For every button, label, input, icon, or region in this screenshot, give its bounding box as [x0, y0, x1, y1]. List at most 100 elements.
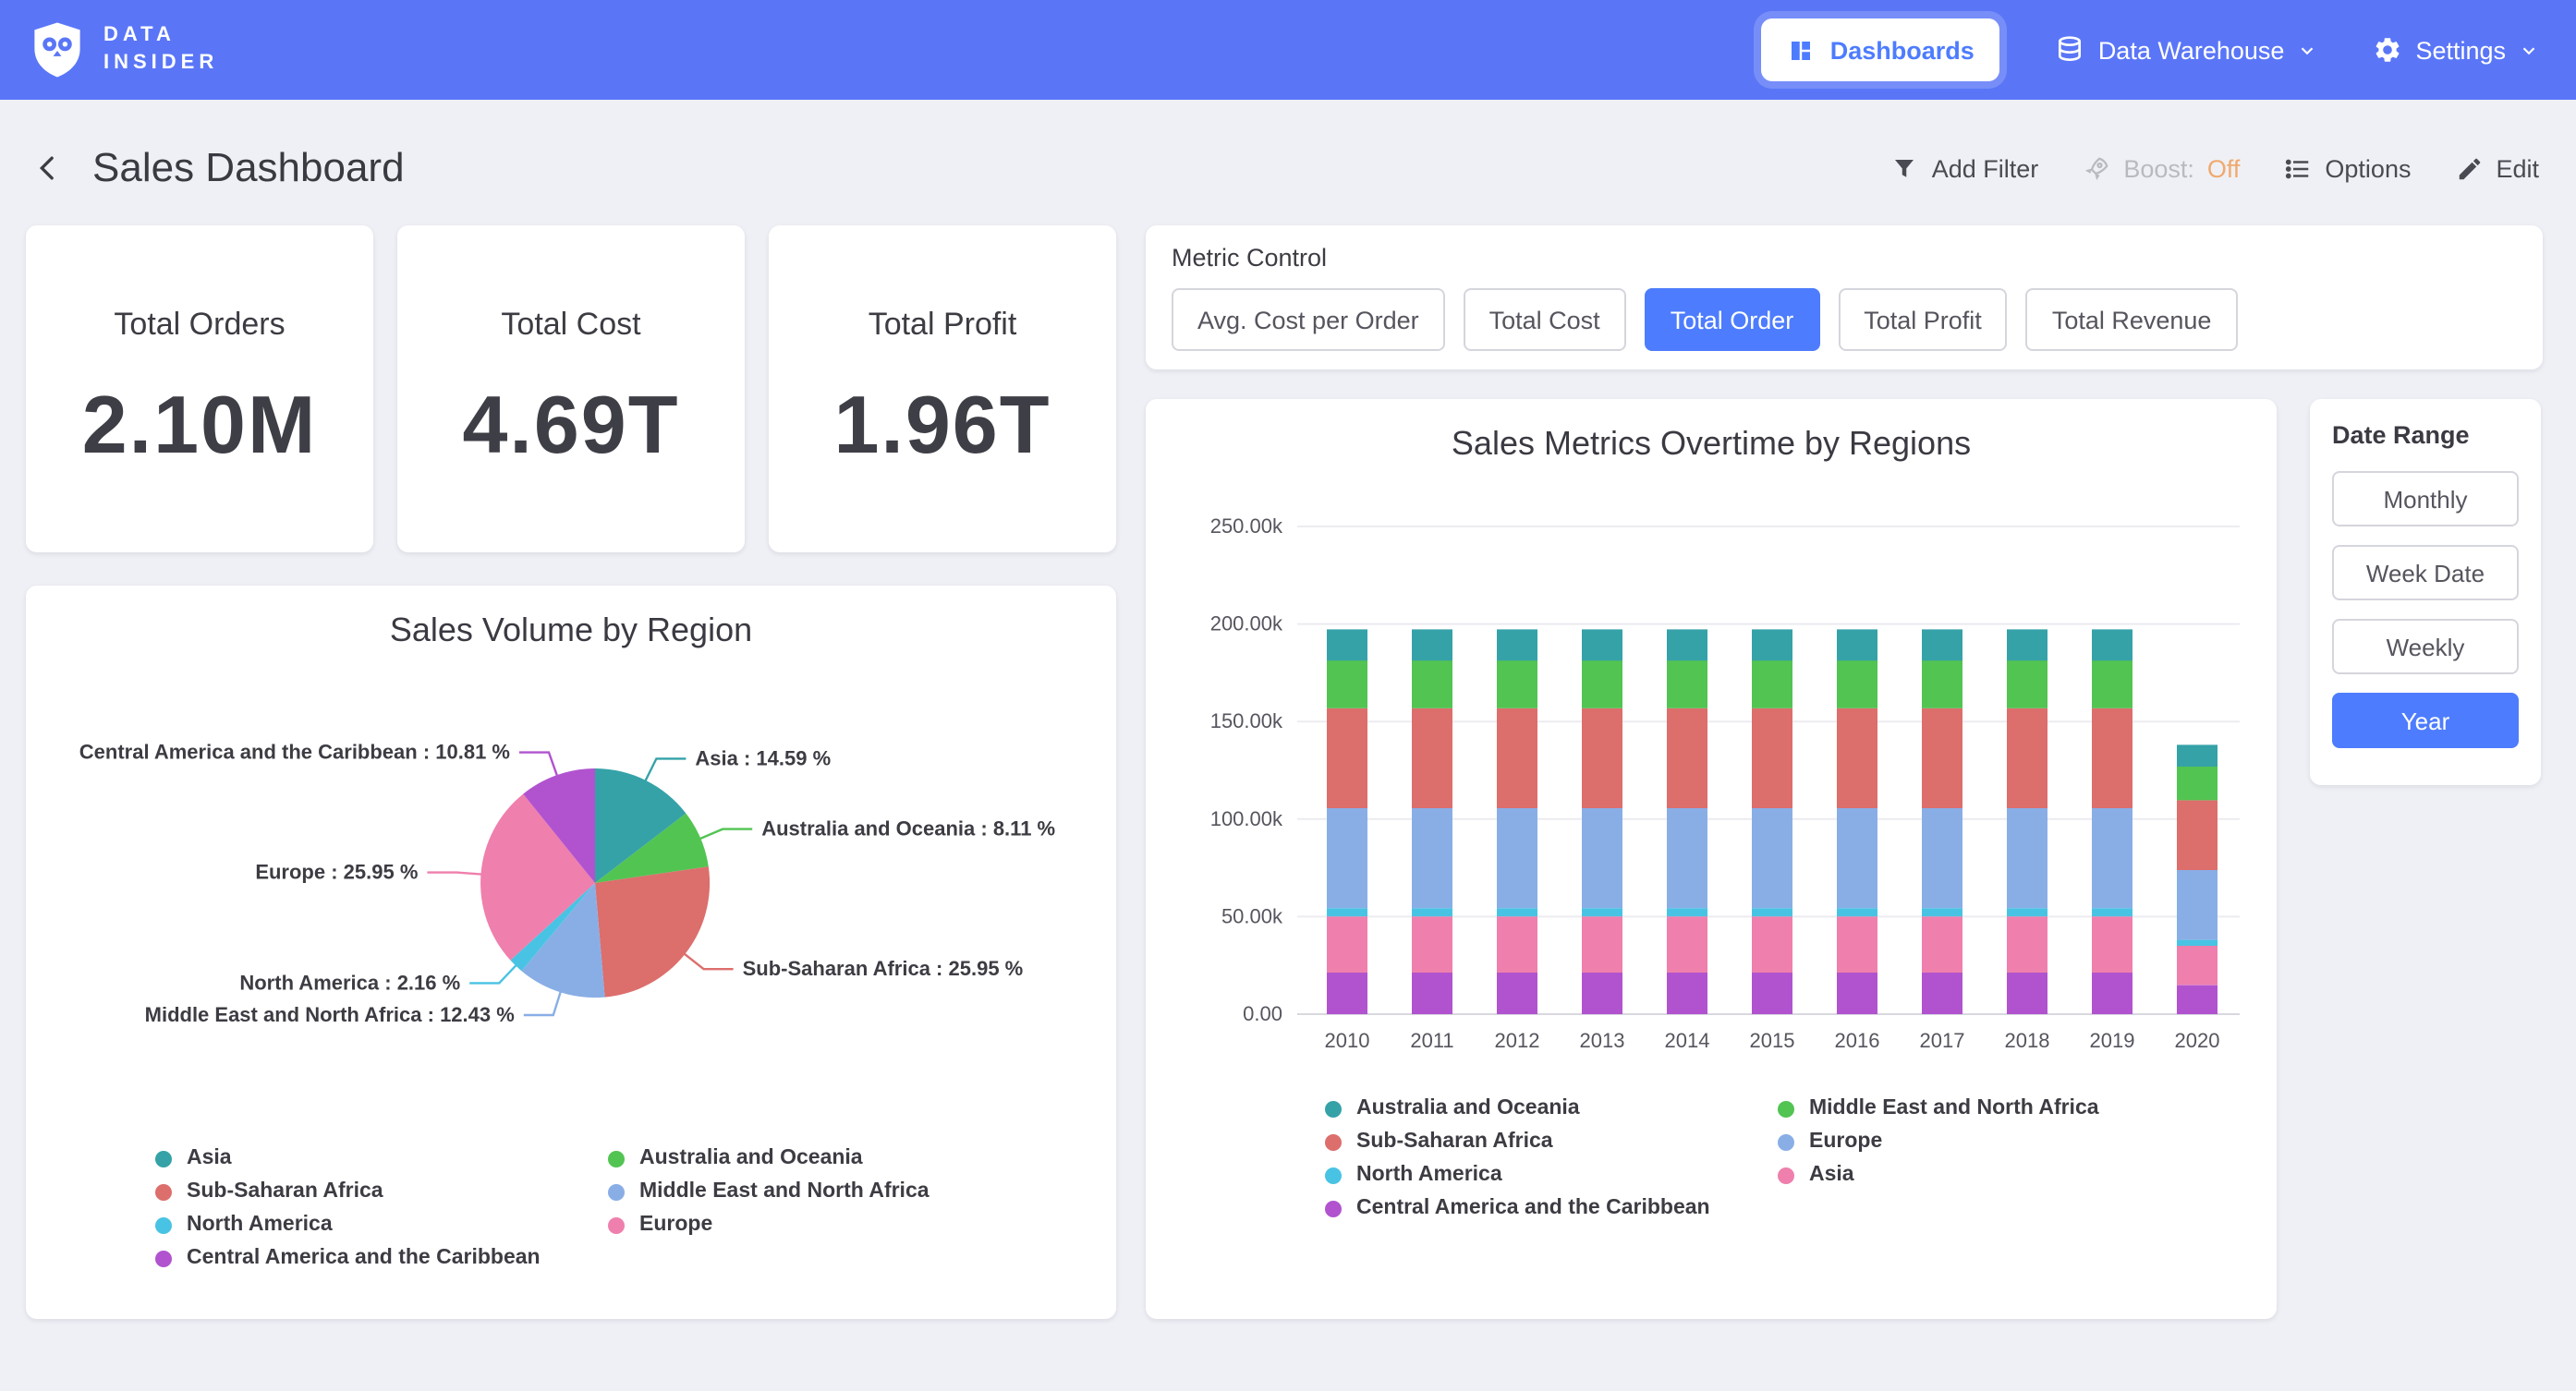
bar-segment-2013-europe[interactable]	[1582, 808, 1622, 908]
edit-button[interactable]: Edit	[2455, 154, 2539, 182]
metric-button-total-profit[interactable]: Total Profit	[1838, 288, 2008, 351]
bar-segment-2015-australia-and-oceania[interactable]	[1752, 629, 1792, 660]
bar-segment-2014-asia[interactable]	[1667, 916, 1707, 973]
legend-item-asia[interactable]: Asia	[1778, 1164, 2203, 1186]
date-range-button-year[interactable]: Year	[2332, 693, 2519, 748]
pie-slice-sub-saharan-africa[interactable]	[595, 866, 710, 997]
bar-segment-2018-central-america-and-the-caribbean[interactable]	[2007, 973, 2047, 1014]
bar-segment-2014-europe[interactable]	[1667, 808, 1707, 908]
nav-dashboards[interactable]: Dashboards	[1762, 18, 2000, 81]
bar-segment-2013-north-america[interactable]	[1582, 908, 1622, 916]
legend-item-sub-saharan-africa[interactable]: Sub-Saharan Africa	[155, 1180, 608, 1203]
bar-segment-2017-north-america[interactable]	[1922, 908, 1962, 916]
bar-segment-2011-north-america[interactable]	[1412, 908, 1452, 916]
bar-segment-2019-sub-saharan-africa[interactable]	[2092, 708, 2132, 808]
nav-settings[interactable]: Settings	[2373, 35, 2539, 65]
legend-item-europe[interactable]: Europe	[1778, 1131, 2203, 1153]
bar-segment-2013-sub-saharan-africa[interactable]	[1582, 708, 1622, 808]
bar-segment-2020-australia-and-oceania[interactable]	[2177, 744, 2218, 767]
bar-segment-2010-sub-saharan-africa[interactable]	[1327, 708, 1367, 808]
bar-segment-2014-sub-saharan-africa[interactable]	[1667, 708, 1707, 808]
bar-segment-2020-middle-east-and-north-africa[interactable]	[2177, 767, 2218, 800]
bar-segment-2018-north-america[interactable]	[2007, 908, 2047, 916]
bar-segment-2018-asia[interactable]	[2007, 916, 2047, 973]
bar-segment-2017-europe[interactable]	[1922, 808, 1962, 908]
bar-segment-2010-asia[interactable]	[1327, 916, 1367, 973]
bar-segment-2017-middle-east-and-north-africa[interactable]	[1922, 660, 1962, 708]
bar-segment-2011-central-america-and-the-caribbean[interactable]	[1412, 973, 1452, 1014]
bar-segment-2012-asia[interactable]	[1497, 916, 1537, 973]
bar-segment-2012-australia-and-oceania[interactable]	[1497, 629, 1537, 660]
bar-segment-2011-middle-east-and-north-africa[interactable]	[1412, 660, 1452, 708]
legend-item-north-america[interactable]: North America	[155, 1214, 608, 1236]
bar-segment-2020-sub-saharan-africa[interactable]	[2177, 800, 2218, 870]
legend-item-central-america-and-the-caribbean[interactable]: Central America and the Caribbean	[1325, 1197, 1778, 1219]
bar-segment-2019-north-america[interactable]	[2092, 908, 2132, 916]
legend-item-australia-and-oceania[interactable]: Australia and Oceania	[1325, 1097, 1778, 1119]
bar-segment-2018-middle-east-and-north-africa[interactable]	[2007, 660, 2047, 708]
bar-segment-2014-australia-and-oceania[interactable]	[1667, 629, 1707, 660]
add-filter-button[interactable]: Add Filter	[1891, 154, 2039, 182]
bar-segment-2013-asia[interactable]	[1582, 916, 1622, 973]
legend-item-australia-and-oceania[interactable]: Australia and Oceania	[608, 1147, 1033, 1169]
bar-segment-2012-north-america[interactable]	[1497, 908, 1537, 916]
bar-segment-2019-middle-east-and-north-africa[interactable]	[2092, 660, 2132, 708]
date-range-button-week-date[interactable]: Week Date	[2332, 545, 2519, 600]
metric-button-total-cost[interactable]: Total Cost	[1464, 288, 1626, 351]
date-range-button-weekly[interactable]: Weekly	[2332, 619, 2519, 674]
bar-segment-2010-north-america[interactable]	[1327, 908, 1367, 916]
legend-item-middle-east-and-north-africa[interactable]: Middle East and North Africa	[1778, 1097, 2203, 1119]
legend-item-middle-east-and-north-africa[interactable]: Middle East and North Africa	[608, 1180, 1033, 1203]
bar-segment-2019-central-america-and-the-caribbean[interactable]	[2092, 973, 2132, 1014]
bar-segment-2014-middle-east-and-north-africa[interactable]	[1667, 660, 1707, 708]
bar-segment-2013-middle-east-and-north-africa[interactable]	[1582, 660, 1622, 708]
bar-segment-2013-central-america-and-the-caribbean[interactable]	[1582, 973, 1622, 1014]
bar-segment-2017-asia[interactable]	[1922, 916, 1962, 973]
bar-segment-2016-asia[interactable]	[1837, 916, 1877, 973]
bar-segment-2010-central-america-and-the-caribbean[interactable]	[1327, 973, 1367, 1014]
bar-segment-2020-europe[interactable]	[2177, 870, 2218, 940]
bar-segment-2017-sub-saharan-africa[interactable]	[1922, 708, 1962, 808]
bar-segment-2020-asia[interactable]	[2177, 946, 2218, 986]
bar-segment-2016-central-america-and-the-caribbean[interactable]	[1837, 973, 1877, 1014]
bar-segment-2015-central-america-and-the-caribbean[interactable]	[1752, 973, 1792, 1014]
bar-segment-2012-sub-saharan-africa[interactable]	[1497, 708, 1537, 808]
metric-button-avg-cost-per-order[interactable]: Avg. Cost per Order	[1172, 288, 1445, 351]
bar-segment-2017-australia-and-oceania[interactable]	[1922, 629, 1962, 660]
bar-segment-2012-middle-east-and-north-africa[interactable]	[1497, 660, 1537, 708]
metric-button-total-revenue[interactable]: Total Revenue	[2026, 288, 2238, 351]
bar-segment-2016-sub-saharan-africa[interactable]	[1837, 708, 1877, 808]
bar-segment-2014-central-america-and-the-caribbean[interactable]	[1667, 973, 1707, 1014]
bar-segment-2015-europe[interactable]	[1752, 808, 1792, 908]
bar-segment-2019-australia-and-oceania[interactable]	[2092, 629, 2132, 660]
bar-segment-2015-middle-east-and-north-africa[interactable]	[1752, 660, 1792, 708]
bar-segment-2012-europe[interactable]	[1497, 808, 1537, 908]
boost-toggle[interactable]: Boost: Off	[2083, 154, 2240, 182]
bar-segment-2016-middle-east-and-north-africa[interactable]	[1837, 660, 1877, 708]
date-range-button-monthly[interactable]: Monthly	[2332, 471, 2519, 526]
bar-segment-2012-central-america-and-the-caribbean[interactable]	[1497, 973, 1537, 1014]
bar-segment-2013-australia-and-oceania[interactable]	[1582, 629, 1622, 660]
bar-segment-2015-north-america[interactable]	[1752, 908, 1792, 916]
metric-button-total-order[interactable]: Total Order	[1645, 288, 1820, 351]
bar-segment-2010-australia-and-oceania[interactable]	[1327, 629, 1367, 660]
legend-item-europe[interactable]: Europe	[608, 1214, 1033, 1236]
bar-segment-2019-asia[interactable]	[2092, 916, 2132, 973]
bar-segment-2010-middle-east-and-north-africa[interactable]	[1327, 660, 1367, 708]
bar-segment-2014-north-america[interactable]	[1667, 908, 1707, 916]
legend-item-asia[interactable]: Asia	[155, 1147, 608, 1169]
bar-segment-2015-asia[interactable]	[1752, 916, 1792, 973]
legend-item-north-america[interactable]: North America	[1325, 1164, 1778, 1186]
bar-segment-2015-sub-saharan-africa[interactable]	[1752, 708, 1792, 808]
bar-segment-2011-australia-and-oceania[interactable]	[1412, 629, 1452, 660]
bar-segment-2018-sub-saharan-africa[interactable]	[2007, 708, 2047, 808]
bar-segment-2011-sub-saharan-africa[interactable]	[1412, 708, 1452, 808]
bar-segment-2017-central-america-and-the-caribbean[interactable]	[1922, 973, 1962, 1014]
bar-segment-2016-north-america[interactable]	[1837, 908, 1877, 916]
legend-item-sub-saharan-africa[interactable]: Sub-Saharan Africa	[1325, 1131, 1778, 1153]
back-button[interactable]	[30, 150, 67, 187]
bar-segment-2020-north-america[interactable]	[2177, 940, 2218, 946]
bar-segment-2018-europe[interactable]	[2007, 808, 2047, 908]
bar-segment-2020-central-america-and-the-caribbean[interactable]	[2177, 986, 2218, 1014]
bar-segment-2016-australia-and-oceania[interactable]	[1837, 629, 1877, 660]
